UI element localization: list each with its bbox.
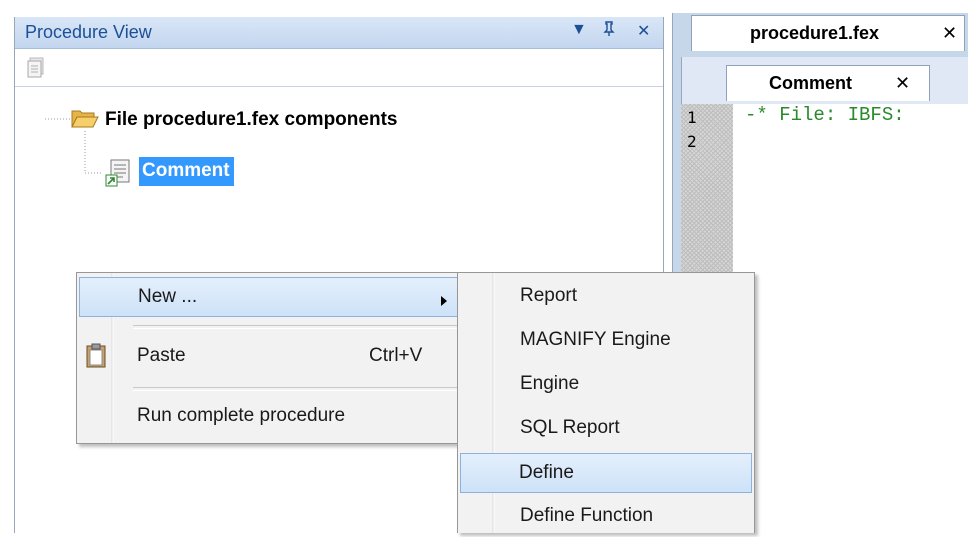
menu-item-label: MAGNIFY Engine <box>520 329 671 350</box>
procedure-view-title-bar: Procedure View ▼ ✕ <box>15 17 663 49</box>
component-tree: File procedure1.fex components Comment <box>15 89 663 289</box>
dropdown-arrow-icon[interactable]: ▼ <box>571 21 587 39</box>
context-menu: New ... Paste Ctrl+V Run complete proced… <box>76 272 464 444</box>
tab-procedure1-fex[interactable]: procedure1.fex ✕ <box>691 15 965 51</box>
submenu-item-define-function[interactable]: Define Function <box>460 497 752 537</box>
menu-item-run-complete-procedure[interactable]: Run complete procedure <box>79 397 461 437</box>
folder-open-icon <box>71 107 99 135</box>
menu-item-label: Engine <box>520 373 580 394</box>
menu-separator <box>133 325 457 329</box>
menu-item-label: Define Function <box>520 505 654 526</box>
submenu-item-magnify-engine[interactable]: MAGNIFY Engine <box>460 321 752 361</box>
comment-doc-icon <box>105 159 131 193</box>
shortcut-label: Ctrl+V <box>369 345 423 366</box>
clipboard-icon <box>85 343 107 375</box>
tab-label: Comment <box>769 73 853 93</box>
procedure-view-title: Procedure View <box>25 22 152 42</box>
menu-item-new[interactable]: New ... <box>79 277 461 317</box>
tree-root-label[interactable]: File procedure1.fex components <box>105 109 397 131</box>
menu-item-label: Run complete procedure <box>137 405 346 426</box>
submenu-item-report[interactable]: Report <box>460 277 752 317</box>
submenu-arrow-icon <box>440 291 448 313</box>
submenu-item-sql-report[interactable]: SQL Report <box>460 409 752 449</box>
tree-item-comment[interactable]: Comment <box>139 157 234 186</box>
tab-comment[interactable]: Comment ✕ <box>726 65 930 101</box>
menu-separator <box>133 387 457 391</box>
close-tab-icon[interactable]: ✕ <box>895 73 910 94</box>
procedure-view-toolbar <box>15 49 663 87</box>
menu-item-label: SQL Report <box>520 417 620 438</box>
new-submenu: Report MAGNIFY Engine Engine SQL Report … <box>457 272 755 533</box>
pin-icon[interactable] <box>603 21 615 42</box>
menu-item-paste[interactable]: Paste Ctrl+V <box>79 337 461 377</box>
document-icon[interactable] <box>27 57 44 78</box>
submenu-item-engine[interactable]: Engine <box>460 365 752 405</box>
line-number: 1 <box>687 108 697 127</box>
close-tab-icon[interactable]: ✕ <box>942 23 957 44</box>
menu-item-label: New ... <box>138 286 198 307</box>
line-number: 2 <box>687 132 697 151</box>
tab-label: procedure1.fex <box>750 23 880 43</box>
menu-item-label: Define <box>519 462 574 483</box>
menu-item-label: Report <box>520 285 578 306</box>
submenu-item-define[interactable]: Define <box>460 453 752 493</box>
menu-item-label: Paste <box>137 345 186 366</box>
code-line: -* File: IBFS: <box>745 104 905 126</box>
close-icon[interactable]: ✕ <box>637 21 650 41</box>
